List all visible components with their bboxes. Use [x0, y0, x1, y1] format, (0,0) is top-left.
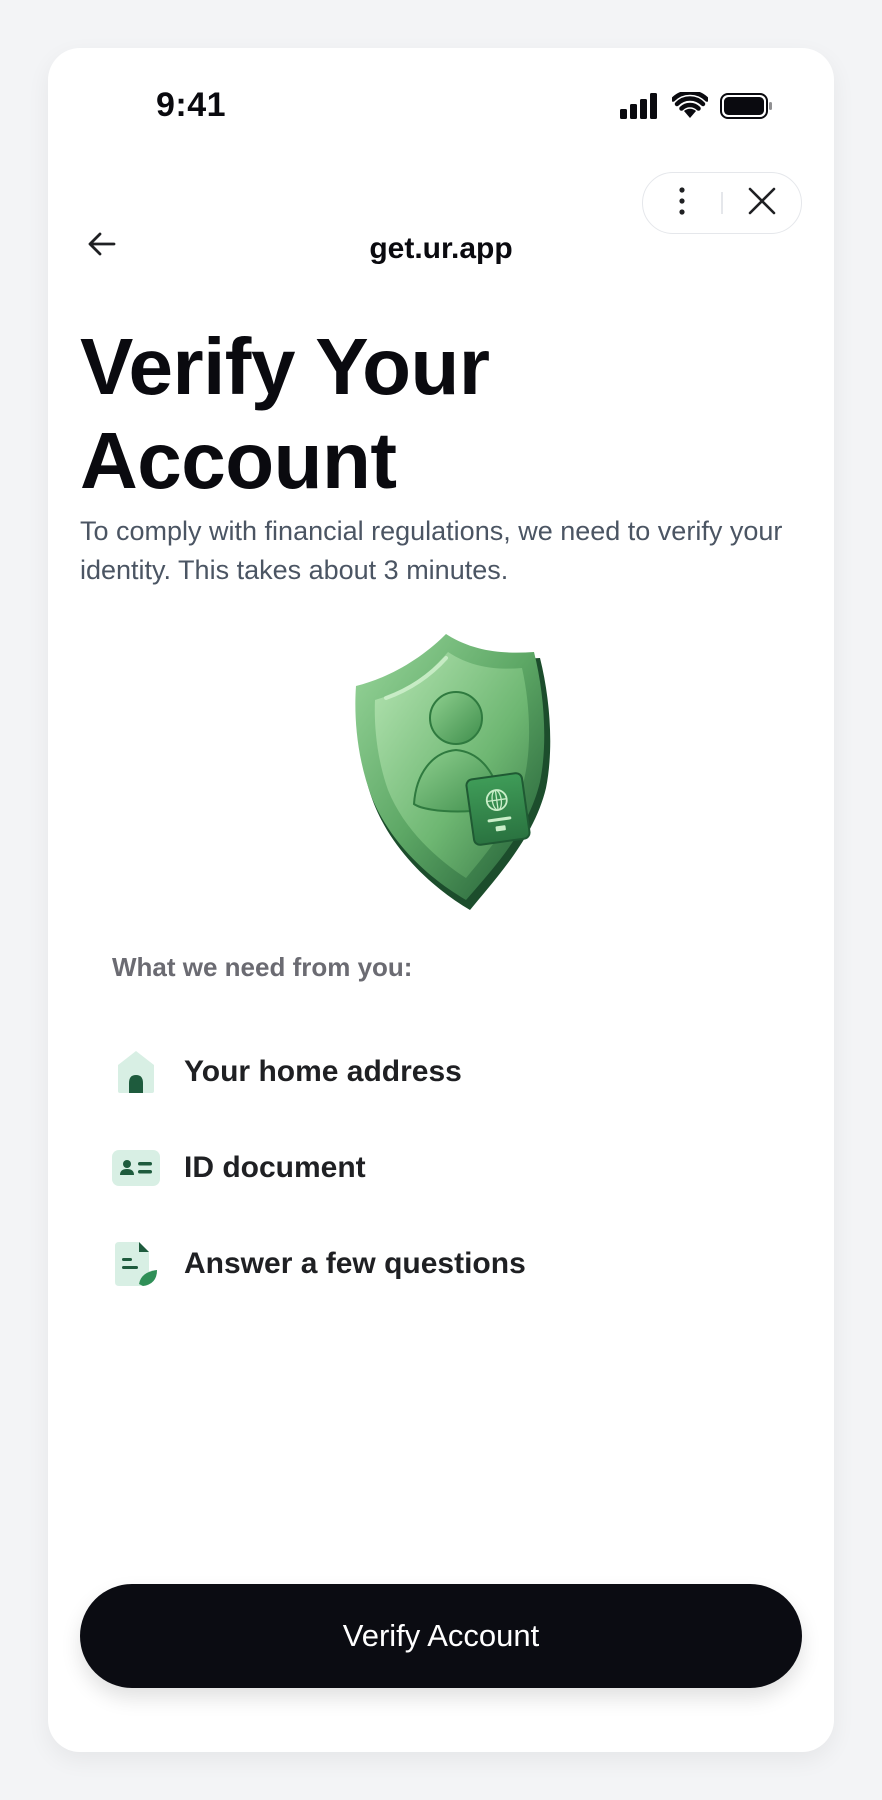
more-vertical-icon: [678, 186, 686, 221]
list-item: Your home address: [112, 1024, 772, 1120]
list-item: Answer a few questions: [112, 1216, 772, 1312]
shield-passport-icon: [328, 628, 588, 918]
battery-icon: [720, 93, 774, 124]
requirement-label: Answer a few questions: [184, 1247, 526, 1280]
page-title: Verify Your Account: [80, 322, 490, 505]
requirement-label: Your home address: [184, 1055, 462, 1088]
requirements-list: Your home address ID document Answer a f…: [112, 1024, 772, 1312]
close-icon: [747, 186, 777, 221]
status-time: 9:41: [156, 86, 227, 124]
requirement-label: ID document: [184, 1151, 366, 1184]
cellular-signal-icon: [620, 93, 660, 124]
wifi-icon: [670, 90, 710, 125]
list-item: ID document: [112, 1120, 772, 1216]
nav-title: get.ur.app: [369, 232, 513, 265]
home-icon: [112, 1048, 160, 1096]
id-card-icon: [112, 1144, 160, 1192]
status-icons: [620, 90, 774, 125]
page-subtitle: To comply with financial regulations, we…: [80, 516, 783, 585]
nav-actions-pill: [642, 172, 802, 234]
questionnaire-icon: [112, 1240, 160, 1288]
verify-account-button[interactable]: Verify Account: [80, 1584, 802, 1688]
more-button[interactable]: [643, 173, 721, 233]
requirements-title: What we need from you:: [112, 952, 413, 982]
close-button[interactable]: [723, 173, 801, 233]
phone-screen: 9:41 get.ur.app Verify Your Account To c…: [48, 48, 834, 1752]
